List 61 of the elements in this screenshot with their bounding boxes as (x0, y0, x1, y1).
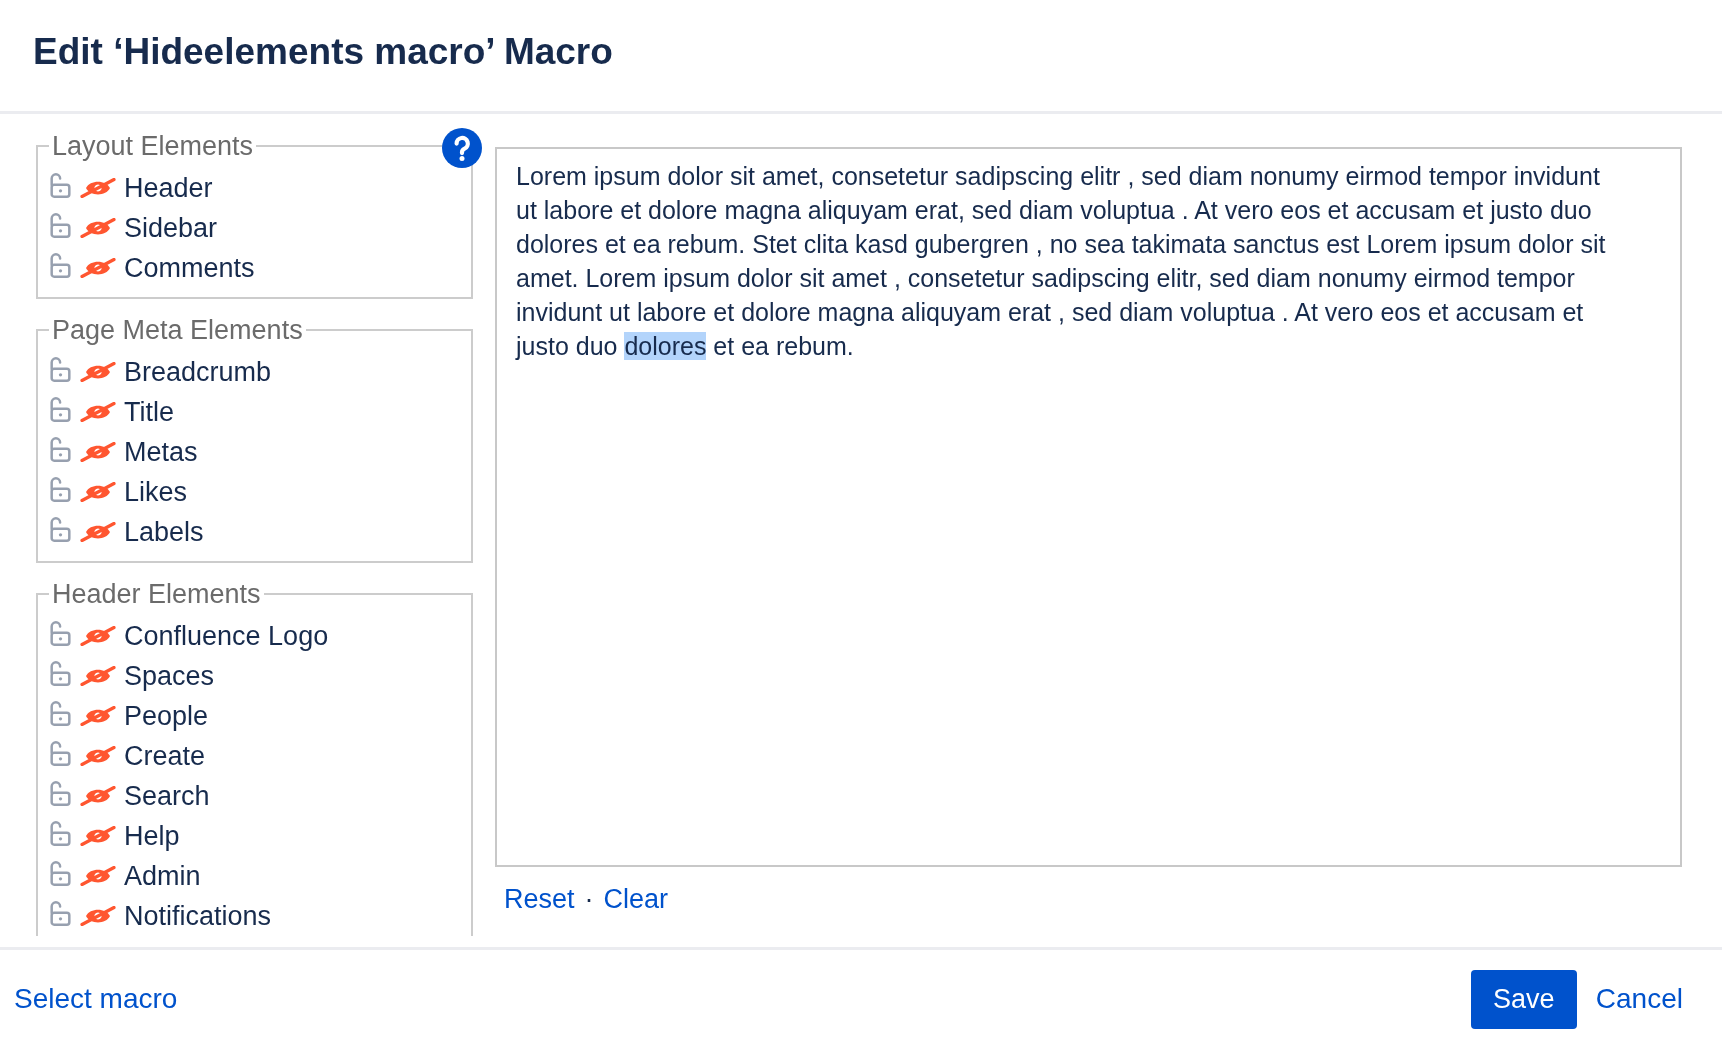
crossed-eye-icon[interactable] (80, 482, 116, 502)
open-padlock-icon[interactable] (49, 700, 72, 726)
open-padlock-icon[interactable] (49, 740, 72, 766)
group-legend: Layout Elements (49, 128, 257, 164)
editor-text: Lorem ipsum dolor sit amet, consetetur sadipscing elitr , sed diam nonumy eirmod tempor invidunt ut labore et dolore magna aliquyam erat, sed diam voluptua . At vero eos et accusam et justo duo dolores et ea rebum. Stet clita kasd gubergren , no sea takimata sanctus est Lorem ipsum dolor sit amet. Lorem ipsum dolor sit amet , consetetur sadipscing elitr, sed diam nonumy eirmod tempor invidunt ut labore et dolore magna aliquyam erat , sed diam voluptua . At vero eos et accusam et justo duo dolores et ea rebum. (516, 161, 1607, 362)
element-label: Metas (124, 436, 198, 468)
save-button[interactable]: Save (1470, 969, 1577, 1029)
element-label: People (124, 700, 209, 732)
select-macro-link[interactable]: Select macro (14, 983, 178, 1015)
open-padlock-icon[interactable] (49, 660, 72, 686)
crossed-eye-icon[interactable] (80, 626, 116, 646)
element-label: Header (124, 172, 213, 204)
crossed-eye-icon[interactable] (80, 746, 116, 766)
help-icon[interactable] (442, 128, 482, 168)
crossed-eye-icon[interactable] (80, 258, 116, 278)
open-padlock-icon[interactable] (49, 820, 72, 846)
element-label: Admin (124, 860, 201, 892)
element-label: Likes (124, 476, 188, 508)
open-padlock-icon[interactable] (49, 212, 72, 238)
element-label: Help (124, 820, 180, 852)
group-legend: Page Meta Elements (49, 312, 306, 348)
open-padlock-icon[interactable] (49, 356, 72, 382)
open-padlock-icon[interactable] (49, 780, 72, 806)
open-padlock-icon[interactable] (49, 860, 72, 886)
open-padlock-icon[interactable] (49, 396, 72, 422)
element-label: Title (124, 396, 174, 428)
crossed-eye-icon[interactable] (80, 826, 116, 846)
text-editor[interactable] (495, 147, 1682, 867)
dialog-title: Edit ‘Hideelements macro’ Macro (33, 31, 613, 73)
element-label: Breadcrumb (124, 356, 272, 388)
crossed-eye-icon[interactable] (80, 402, 116, 422)
open-padlock-icon[interactable] (49, 172, 72, 198)
crossed-eye-icon[interactable] (80, 666, 116, 686)
link-separator: · (584, 883, 594, 915)
element-label: Spaces (124, 660, 215, 692)
group-legend: Header Elements (49, 576, 264, 612)
editor-link[interactable]: Reset (504, 883, 575, 915)
element-label: Confluence Logo (124, 620, 329, 652)
open-padlock-icon[interactable] (49, 620, 72, 646)
cancel-link[interactable]: Cancel (1595, 983, 1683, 1015)
element-label: Search (124, 780, 210, 812)
open-padlock-icon[interactable] (49, 900, 72, 926)
crossed-eye-icon[interactable] (80, 866, 116, 886)
crossed-eye-icon[interactable] (80, 442, 116, 462)
element-label: Comments (124, 252, 255, 284)
crossed-eye-icon[interactable] (80, 906, 116, 926)
crossed-eye-icon[interactable] (80, 178, 116, 198)
crossed-eye-icon[interactable] (80, 362, 116, 382)
crossed-eye-icon[interactable] (80, 522, 116, 542)
editor-link[interactable]: Clear (603, 883, 669, 915)
open-padlock-icon[interactable] (49, 516, 72, 542)
element-label: Create (124, 740, 206, 772)
open-padlock-icon[interactable] (49, 252, 72, 278)
element-label: Labels (124, 516, 204, 548)
crossed-eye-icon[interactable] (80, 218, 116, 238)
crossed-eye-icon[interactable] (80, 786, 116, 806)
crossed-eye-icon[interactable] (80, 706, 116, 726)
open-padlock-icon[interactable] (49, 436, 72, 462)
element-label: Notifications (124, 900, 272, 932)
element-label: Sidebar (124, 212, 218, 244)
open-padlock-icon[interactable] (49, 476, 72, 502)
